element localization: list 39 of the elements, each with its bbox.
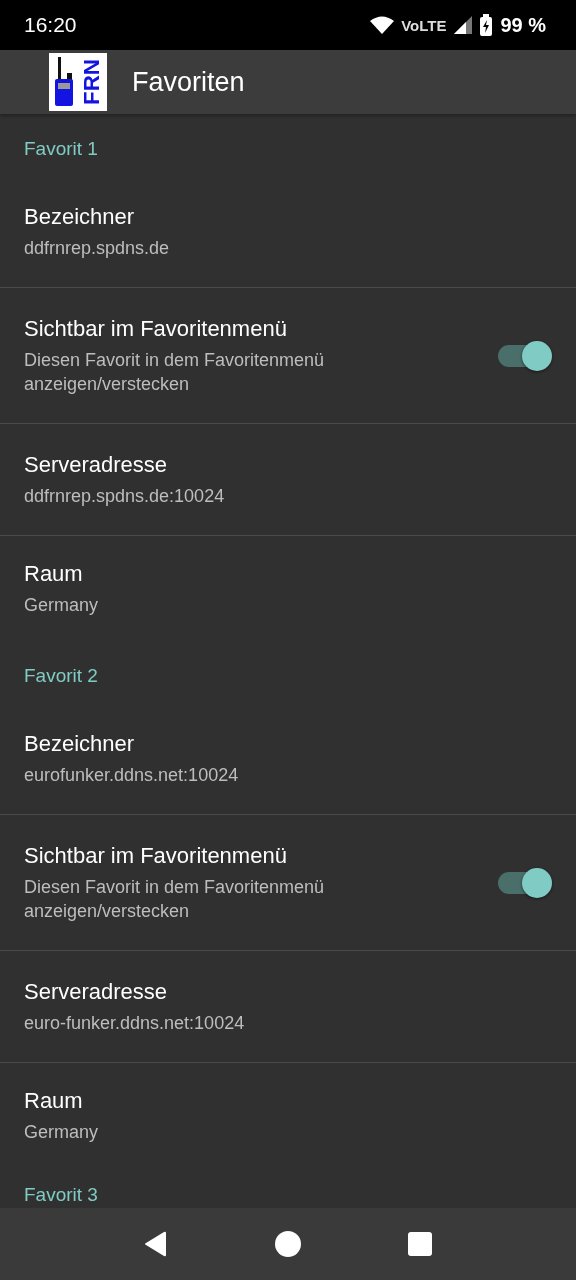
battery-icon — [480, 14, 493, 36]
preference-title: Serveradresse — [24, 451, 169, 478]
radio-icon — [53, 57, 75, 107]
signal-icon — [452, 15, 475, 35]
preference-item[interactable]: Serveradresse ddfrnrep.spdns.de:10024 — [0, 424, 576, 536]
preference-title: Raum — [24, 1087, 84, 1114]
preference-item[interactable]: Raum Germany — [0, 536, 576, 641]
network-type: VoLTE — [401, 16, 447, 34]
battery-level: 99 % — [500, 13, 546, 37]
preference-summary: Diesen Favorit in dem Favoritenmenü anzeigen/verstecken — [24, 348, 326, 396]
home-icon[interactable] — [275, 1231, 301, 1257]
logo-text: FRN — [79, 59, 103, 105]
category-header: Favorit 1 — [24, 138, 98, 160]
preference-item[interactable]: Raum Germany — [0, 1063, 576, 1168]
preference-title: Bezeichner — [24, 730, 136, 757]
preference-title: Sichtbar im Favoritenmenü — [24, 842, 288, 869]
recents-icon[interactable] — [408, 1232, 433, 1256]
preference-title: Serveradresse — [24, 978, 169, 1005]
preference-summary: Germany — [24, 1120, 100, 1144]
preference-summary: Diesen Favorit in dem Favoritenmenü anzeigen/verstecken — [24, 875, 326, 923]
preference-title: Bezeichner — [24, 203, 136, 230]
preference-item[interactable]: Bezeichner ddfrnrep.spdns.de — [0, 176, 576, 288]
clock-time: 16:20 — [24, 13, 77, 37]
back-icon[interactable] — [143, 1231, 168, 1257]
preference-item[interactable]: Sichtbar im Favoritenmenü Diesen Favorit in dem Favoritenmenü anzeigen/verstecken — [0, 288, 576, 424]
preference-summary: Germany — [24, 593, 100, 617]
preference-summary: euro-funker.ddns.net:10024 — [24, 1011, 246, 1035]
preference-item[interactable]: Serveradresse euro-funker.ddns.net:10024 — [0, 951, 576, 1063]
category-header: Favorit 3 — [24, 1184, 98, 1206]
screen-title: Favoriten — [132, 66, 245, 98]
preference-summary: ddfrnrep.spdns.de:10024 — [24, 484, 226, 508]
preference-title: Raum — [24, 560, 84, 587]
category-header: Favorit 2 — [24, 665, 98, 687]
preference-summary: ddfrnrep.spdns.de — [24, 236, 171, 260]
preference-item[interactable]: Bezeichner eurofunker.ddns.net:10024 — [0, 703, 576, 815]
wifi-icon — [369, 15, 396, 35]
preference-item[interactable]: Sichtbar im Favoritenmenü Diesen Favorit in dem Favoritenmenü anzeigen/verstecken — [0, 815, 576, 951]
preference-summary: eurofunker.ddns.net:10024 — [24, 763, 240, 787]
preference-title: Sichtbar im Favoritenmenü — [24, 315, 288, 342]
